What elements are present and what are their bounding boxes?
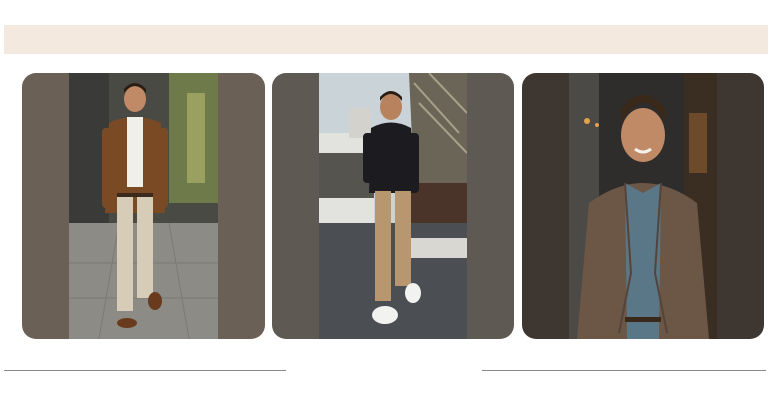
photo-1-image	[69, 73, 218, 339]
outfit-photo-1[interactable]	[69, 73, 218, 339]
outfit-card-1[interactable]	[22, 73, 265, 339]
outfit-photo-3[interactable]	[569, 73, 717, 339]
photo-3-image	[569, 73, 717, 339]
top-banner	[4, 25, 768, 54]
divider-left	[4, 370, 286, 371]
divider-right	[482, 370, 766, 371]
photo-2-image	[319, 73, 467, 339]
outfit-photo-2[interactable]	[319, 73, 467, 339]
outfit-card-3[interactable]	[522, 73, 764, 339]
outfit-card-2[interactable]	[272, 73, 514, 339]
